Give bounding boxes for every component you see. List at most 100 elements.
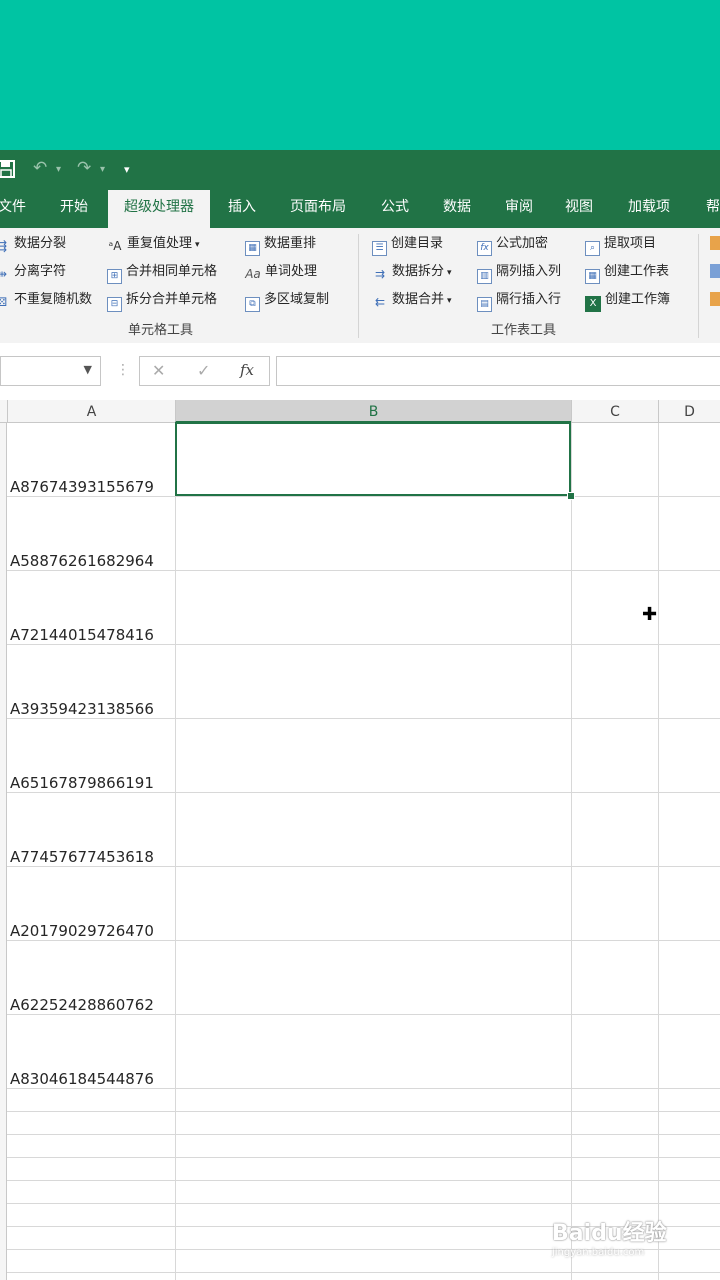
column-header-c[interactable]: C bbox=[571, 400, 658, 423]
tab-insert[interactable]: 插入 bbox=[218, 190, 266, 228]
multi-copy-icon: ⧉ bbox=[245, 297, 260, 312]
group-label-cell-tools: 单元格工具 bbox=[128, 323, 194, 338]
cut-off-ribbon-icon[interactable] bbox=[710, 236, 720, 250]
extract-icon: ⌕ bbox=[585, 241, 600, 256]
ribbon-label: 数据重排 bbox=[264, 236, 317, 251]
tab-page-layout[interactable]: 页面布局 bbox=[282, 190, 354, 228]
ribbon-label: 分离字符 bbox=[14, 264, 67, 279]
cell-a4[interactable]: A39359423138566 bbox=[10, 700, 154, 718]
ribbon-data-split-sheet-button[interactable]: ⇉ 数据拆分 ▾ bbox=[372, 261, 452, 283]
ribbon-label: 拆分合并单元格 bbox=[126, 292, 218, 307]
baidu-watermark: Baidu经验 bbox=[552, 1221, 667, 1246]
tab-view[interactable]: 视图 bbox=[556, 190, 602, 228]
tab-super-processor[interactable]: 超级处理器 bbox=[108, 190, 210, 228]
ribbon-separate-chars-button[interactable]: ⇹ 分离字符 bbox=[0, 261, 66, 283]
formula-input[interactable] bbox=[276, 356, 720, 386]
ribbon-unique-random-button[interactable]: ⚄ 不重复随机数 bbox=[0, 289, 92, 311]
save-icon[interactable] bbox=[0, 159, 16, 184]
gridline bbox=[7, 940, 720, 941]
tab-addins[interactable]: 加载项 bbox=[618, 190, 680, 228]
ribbon-label: 数据分裂 bbox=[14, 236, 67, 251]
cell-a6[interactable]: A77457677453618 bbox=[10, 848, 154, 866]
name-box[interactable]: ▼ bbox=[0, 356, 101, 386]
cell-a2[interactable]: A58876261682964 bbox=[10, 552, 154, 570]
cell-a1[interactable]: A87674393155679 bbox=[10, 478, 154, 496]
tab-data[interactable]: 数据 bbox=[434, 190, 480, 228]
undo-dropdown-icon[interactable]: ▾ bbox=[56, 164, 61, 175]
cell-a8[interactable]: A62252428860762 bbox=[10, 996, 154, 1014]
enter-icon[interactable]: ✓ bbox=[197, 361, 210, 380]
ribbon-label: 创建工作簿 bbox=[605, 292, 671, 307]
chevron-down-icon[interactable]: ▼ bbox=[84, 363, 92, 376]
split-sheet-icon: ⇉ bbox=[374, 267, 386, 281]
selected-cell-b1[interactable] bbox=[175, 422, 571, 496]
ribbon-merge-same-cells-button[interactable]: ⊞ 合并相同单元格 bbox=[107, 261, 217, 284]
word-icon: Aa bbox=[245, 267, 261, 281]
random-number-icon: ⚄ bbox=[0, 295, 8, 309]
plus-cursor-icon: ✚ bbox=[642, 604, 658, 625]
fill-handle[interactable] bbox=[567, 492, 575, 500]
gridline bbox=[7, 1088, 720, 1089]
gridline bbox=[7, 496, 720, 497]
merge-sheet-icon: ⇇ bbox=[374, 295, 386, 309]
ribbon-data-split-button[interactable]: ⇶ 数据分裂 bbox=[0, 233, 66, 255]
drag-handle-icon[interactable]: ⋮ bbox=[116, 362, 130, 378]
gridline bbox=[7, 1157, 720, 1158]
insert-function-icon[interactable]: fx bbox=[240, 361, 254, 379]
row-header-strip[interactable] bbox=[0, 423, 7, 1280]
chevron-down-icon: ▾ bbox=[195, 240, 200, 250]
gridline bbox=[7, 644, 720, 645]
tab-home[interactable]: 开始 bbox=[50, 190, 98, 228]
ribbon-duplicate-handler-button[interactable]: ᵃA 重复值处理 ▾ bbox=[107, 233, 200, 255]
insert-row-icon: ▤ bbox=[477, 297, 492, 312]
ribbon-formula-encrypt-button[interactable]: fx 公式加密 bbox=[477, 233, 548, 256]
ribbon-insert-columns-button[interactable]: ▥ 隔列插入列 bbox=[477, 261, 562, 284]
data-split-icon: ⇶ bbox=[0, 239, 8, 253]
ribbon-create-worksheet-button[interactable]: ▦ 创建工作表 bbox=[585, 261, 669, 284]
ribbon-label: 隔行插入行 bbox=[496, 292, 562, 307]
redo-icon[interactable]: ↷ bbox=[77, 158, 91, 178]
cut-off-ribbon-icon[interactable] bbox=[710, 292, 720, 306]
tab-help[interactable]: 帮助 bbox=[700, 190, 720, 228]
ribbon-word-process-button[interactable]: Aa 单词处理 bbox=[245, 261, 317, 283]
ribbon-create-toc-button[interactable]: ☰ 创建目录 bbox=[372, 233, 443, 256]
tab-formulas[interactable]: 公式 bbox=[372, 190, 418, 228]
column-header-a[interactable]: A bbox=[7, 400, 175, 423]
ribbon-create-workbook-button[interactable]: X 创建工作簿 bbox=[585, 289, 671, 312]
gridline bbox=[7, 792, 720, 793]
ribbon-data-merge-button[interactable]: ⇇ 数据合并 ▾ bbox=[372, 289, 452, 311]
group-divider bbox=[358, 234, 359, 338]
chevron-down-icon: ▾ bbox=[447, 268, 452, 278]
ribbon-data-rearrange-button[interactable]: ▦ 数据重排 bbox=[245, 233, 317, 256]
undo-icon[interactable]: ↶ bbox=[33, 158, 47, 178]
group-divider bbox=[698, 234, 699, 338]
split-cells-icon: ⊟ bbox=[107, 297, 122, 312]
ribbon-extract-items-button[interactable]: ⌕ 提取项目 bbox=[585, 233, 656, 256]
cell-a9[interactable]: A83046184544876 bbox=[10, 1070, 154, 1088]
cell-a3[interactable]: A72144015478416 bbox=[10, 626, 154, 644]
redo-dropdown-icon[interactable]: ▾ bbox=[100, 164, 105, 175]
formula-buttons: ✕ ✓ fx bbox=[139, 356, 270, 386]
ribbon-insert-rows-button[interactable]: ▤ 隔行插入行 bbox=[477, 289, 562, 312]
insert-column-icon: ▥ bbox=[477, 269, 492, 284]
column-header-d[interactable]: D bbox=[658, 400, 720, 423]
column-header-b[interactable]: B bbox=[175, 400, 571, 423]
gridline bbox=[7, 1111, 720, 1112]
ribbon-split-merged-cells-button[interactable]: ⊟ 拆分合并单元格 bbox=[107, 289, 218, 312]
ribbon-panel: ⇶ 数据分裂 ⇹ 分离字符 ⚄ 不重复随机数 ᵃA 重复值处理 ▾ ⊞ 合并相同单元格 ⊟ 拆… bbox=[0, 228, 720, 344]
tab-file[interactable]: 文件 bbox=[0, 190, 32, 228]
baidu-watermark-url: jingyan.baidu.com bbox=[552, 1247, 645, 1258]
cell-a5[interactable]: A65167879866191 bbox=[10, 774, 154, 792]
ribbon-label: 隔列插入列 bbox=[496, 264, 562, 279]
ribbon-multi-area-copy-button[interactable]: ⧉ 多区域复制 bbox=[245, 289, 329, 312]
ribbon-label: 不重复随机数 bbox=[14, 292, 93, 307]
customize-qat-icon[interactable]: ▾ bbox=[124, 163, 130, 176]
gridline bbox=[7, 1272, 720, 1273]
toc-icon: ☰ bbox=[372, 241, 387, 256]
select-all-corner[interactable] bbox=[0, 400, 7, 423]
cancel-icon[interactable]: ✕ bbox=[152, 361, 165, 380]
cut-off-ribbon-icon[interactable] bbox=[710, 264, 720, 278]
worksheet-icon: ▦ bbox=[585, 269, 600, 284]
tab-review[interactable]: 审阅 bbox=[496, 190, 542, 228]
cell-a7[interactable]: A20179029726470 bbox=[10, 922, 154, 940]
